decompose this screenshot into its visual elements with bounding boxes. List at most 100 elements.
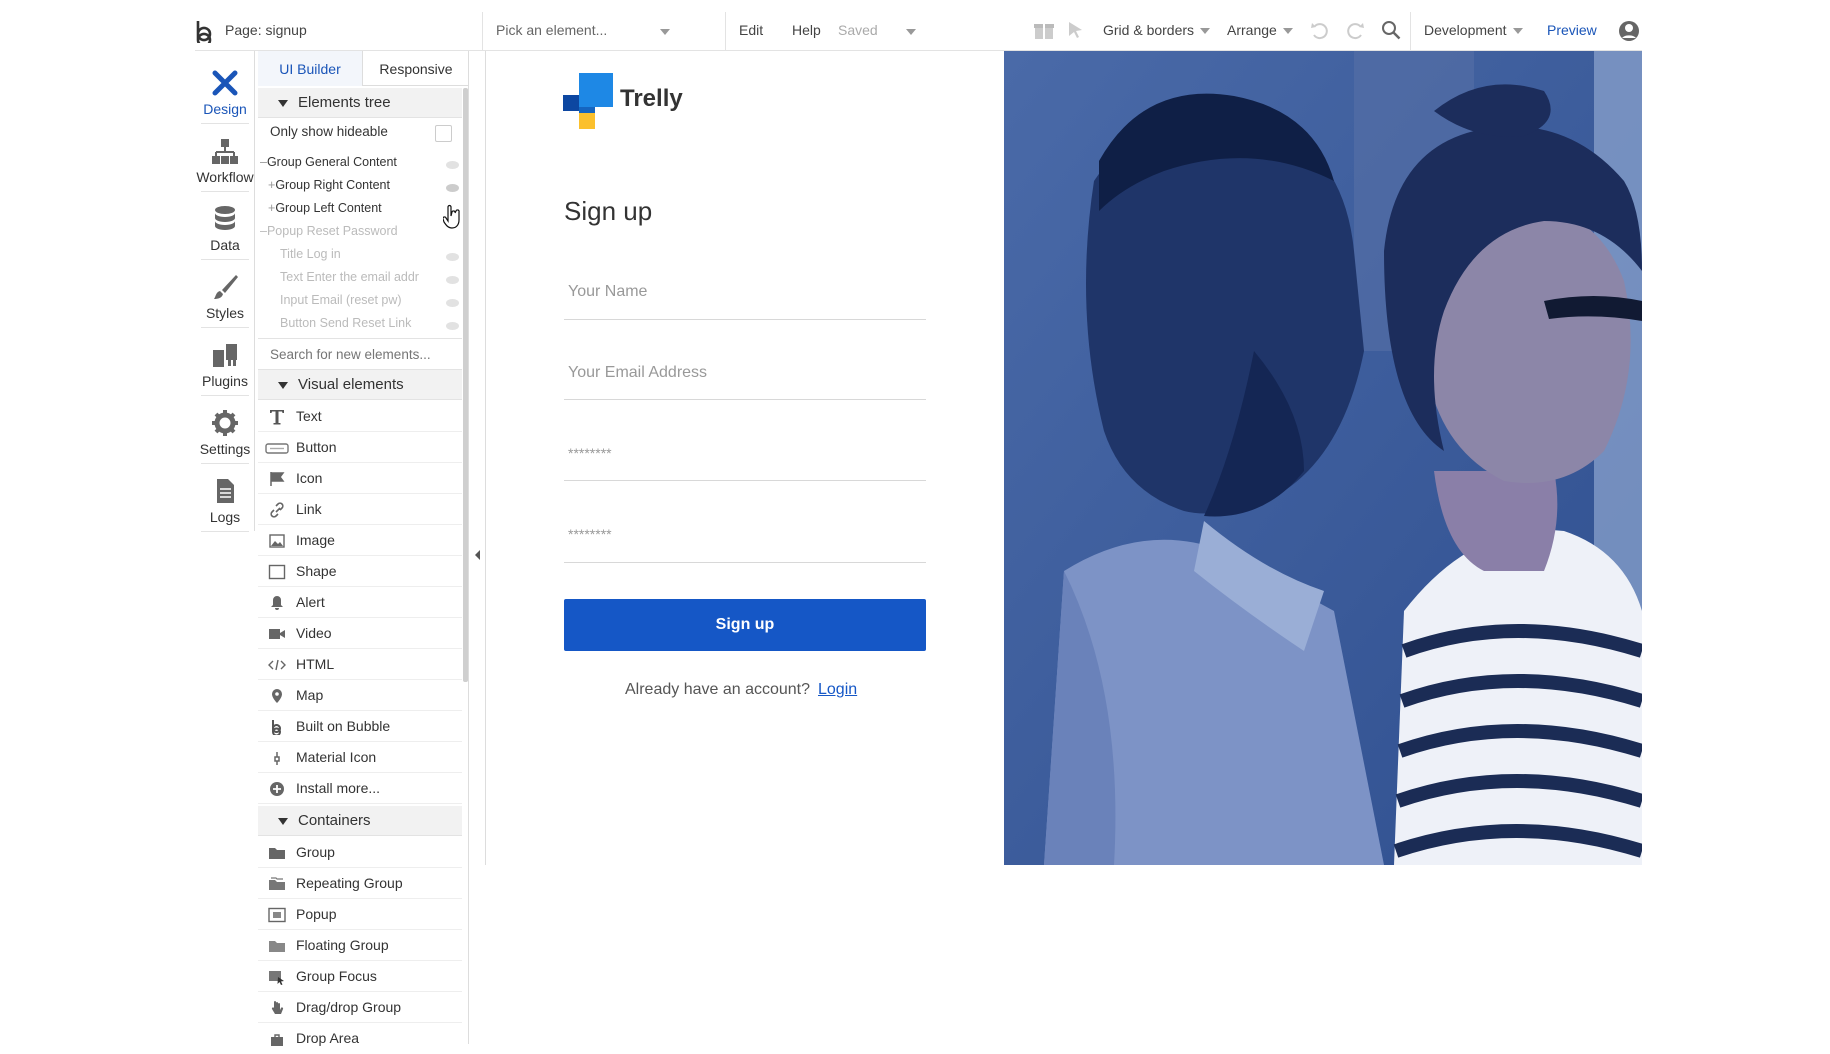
element-built-on-bubble[interactable]: Built on Bubble — [258, 711, 462, 742]
account-icon[interactable] — [1618, 20, 1640, 42]
element-link[interactable]: Link — [258, 494, 462, 525]
eye-icon[interactable] — [446, 253, 459, 261]
rail-styles[interactable]: Styles — [195, 260, 255, 328]
tree-item[interactable]: –Popup Reset Password — [260, 220, 398, 242]
rail-plugins[interactable]: Plugins — [195, 328, 255, 396]
element-label: Group — [296, 844, 335, 860]
element-alert[interactable]: Alert — [258, 587, 462, 618]
preview-button[interactable]: Preview — [1547, 0, 1597, 51]
tree-item-label: Group Right Content — [275, 178, 390, 192]
container-group-focus[interactable]: Group Focus — [258, 961, 462, 992]
element-label: Video — [296, 625, 332, 641]
eye-icon[interactable] — [446, 299, 459, 307]
element-label: Popup — [296, 906, 337, 922]
eye-icon[interactable] — [446, 276, 459, 284]
element-button[interactable]: Button — [258, 432, 462, 463]
gift-icon[interactable] — [1033, 20, 1055, 40]
bubble-icon — [272, 720, 281, 735]
chevron-down-icon — [906, 29, 916, 35]
email-input[interactable]: Your Email Address — [568, 364, 707, 382]
element-video[interactable]: Video — [258, 618, 462, 649]
name-input[interactable]: Your Name — [568, 283, 647, 301]
rail-design[interactable]: Design — [195, 56, 255, 124]
search-icon[interactable] — [1381, 20, 1401, 40]
folder-icon — [269, 848, 285, 859]
containers-header[interactable]: Containers — [258, 806, 462, 836]
undo-icon[interactable] — [1310, 20, 1330, 40]
tree-item[interactable]: +Group Right Content — [268, 174, 390, 196]
confirm-password-underline — [564, 562, 926, 563]
bell-icon — [271, 596, 283, 610]
hero-photo — [1004, 51, 1642, 865]
tree-item[interactable]: Button Send Reset Link — [280, 312, 411, 334]
edit-menu[interactable]: Edit — [739, 0, 763, 51]
save-status: Saved — [838, 22, 878, 38]
redo-icon[interactable] — [1345, 20, 1365, 40]
tree-item[interactable]: Title Log in — [280, 243, 341, 265]
element-icon[interactable]: Icon — [258, 463, 462, 494]
chevron-down-icon — [1512, 28, 1523, 35]
rail-settings[interactable]: Settings — [195, 396, 255, 464]
image-icon — [269, 534, 285, 548]
container-floating-group[interactable]: Floating Group — [258, 930, 462, 961]
version-label: Development — [1424, 22, 1507, 38]
signup-button[interactable]: Sign up — [564, 599, 926, 651]
rail-data[interactable]: Data — [195, 192, 255, 260]
divider — [482, 12, 483, 51]
confirm-password-input[interactable]: ******** — [568, 526, 612, 542]
element-install-more[interactable]: Install more... — [258, 773, 462, 804]
element-material-icon[interactable]: Material Icon — [258, 742, 462, 773]
cursor-icon[interactable] — [1067, 20, 1085, 40]
palette-scrollbar[interactable] — [463, 88, 468, 682]
tab-ui-builder[interactable]: UI Builder — [258, 51, 363, 86]
arrange-menu[interactable]: Arrange — [1227, 0, 1293, 51]
eye-icon[interactable] — [446, 161, 459, 169]
container-repeating-group[interactable]: Repeating Group — [258, 868, 462, 899]
container-group[interactable]: Group — [258, 837, 462, 868]
version-menu[interactable]: Development — [1424, 0, 1523, 51]
visual-elements-header[interactable]: Visual elements — [258, 370, 462, 400]
rail-label: Logs — [209, 509, 241, 525]
element-map[interactable]: Map — [258, 680, 462, 711]
search-elements-input[interactable] — [258, 338, 462, 370]
eye-icon[interactable] — [446, 184, 459, 192]
rail-label: Workflow — [196, 169, 254, 185]
password-input-underline — [564, 480, 926, 481]
password-input[interactable]: ******** — [568, 445, 612, 461]
tree-item[interactable]: +Group Left Content — [268, 197, 382, 219]
tab-responsive[interactable]: Responsive — [363, 51, 469, 86]
grid-borders-menu[interactable]: Grid & borders — [1103, 0, 1211, 51]
element-picker-label: Pick an element... — [496, 22, 608, 38]
only-show-hideable-checkbox[interactable] — [435, 125, 452, 142]
divider — [725, 12, 726, 51]
elements-tree-header[interactable]: Elements tree — [258, 88, 462, 118]
element-label: Map — [296, 687, 324, 703]
eye-icon[interactable] — [446, 322, 459, 330]
divider — [1410, 12, 1411, 51]
collapse-panel-icon[interactable] — [475, 550, 480, 560]
element-text[interactable]: Text — [258, 401, 462, 432]
element-label: Group Focus — [296, 968, 377, 984]
container-drop-area[interactable]: Drop Area — [258, 1023, 462, 1054]
container-popup[interactable]: Popup — [258, 899, 462, 930]
help-menu[interactable]: Help — [792, 0, 821, 51]
element-html[interactable]: HTML — [258, 649, 462, 680]
page-selector-label: Page: signup — [225, 22, 307, 38]
chevron-down-icon — [1200, 28, 1211, 35]
rail-workflow[interactable]: Workflow — [195, 124, 255, 192]
element-image[interactable]: Image — [258, 525, 462, 556]
brush-icon — [214, 275, 238, 299]
bubble-logo-icon[interactable] — [195, 19, 213, 43]
element-label: Image — [296, 532, 335, 548]
tree-item[interactable]: Input Email (reset pw) — [280, 289, 402, 311]
element-shape[interactable]: Shape — [258, 556, 462, 587]
rail-logs[interactable]: Logs — [195, 464, 255, 532]
tree-item[interactable]: –Group General Content — [260, 151, 397, 173]
rail-label: Settings — [199, 441, 251, 457]
tree-item[interactable]: Text Enter the email addr — [280, 266, 419, 288]
document-icon — [217, 479, 234, 503]
login-link[interactable]: Login — [818, 681, 857, 699]
hand-cursor-icon — [443, 204, 460, 229]
container-drag-drop-group[interactable]: Drag/drop Group — [258, 992, 462, 1023]
link-icon — [270, 502, 284, 518]
